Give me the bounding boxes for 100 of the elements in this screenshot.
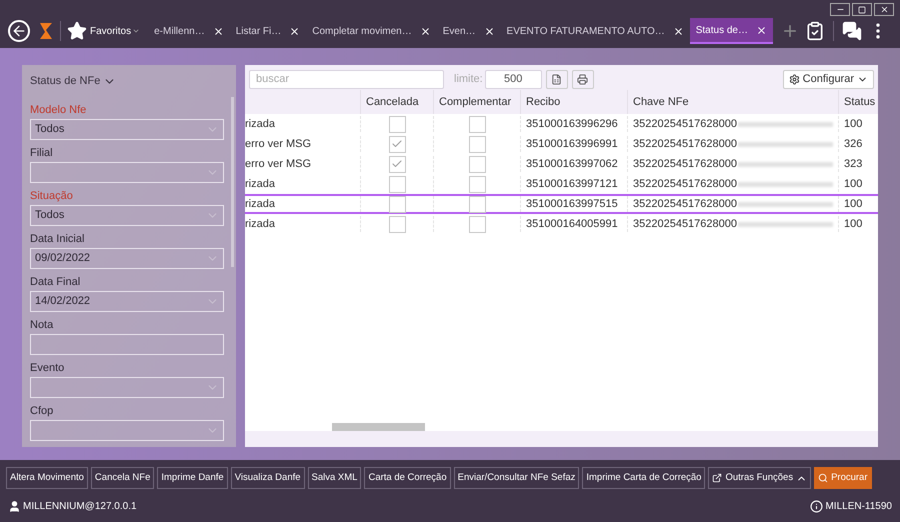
add-icon[interactable] — [781, 22, 799, 40]
action-button[interactable]: Imprime Carta de Correção — [582, 467, 706, 489]
info-icon — [810, 500, 824, 512]
more-functions-button[interactable]: Outras Funções — [708, 467, 812, 489]
table-cell-text: 35220254517628000 — [633, 136, 738, 152]
caret-icon[interactable] — [132, 27, 140, 35]
checkbox[interactable] — [468, 156, 486, 172]
checkbox[interactable] — [468, 216, 486, 232]
table-row[interactable]: erro ver MSG 351000163996991 35220254517628000 326 — [245, 134, 878, 154]
back-icon[interactable] — [8, 20, 30, 42]
column-header[interactable]: Complementar — [433, 90, 520, 114]
printer-icon — [577, 74, 588, 84]
gear-icon — [788, 74, 800, 84]
panel-title: Status de NFe — [30, 74, 100, 89]
scrollbar[interactable] — [231, 97, 234, 267]
action-button[interactable]: Carta de Correção — [364, 467, 451, 489]
field-label: Situação — [30, 189, 74, 204]
action-button[interactable]: Visualiza Danfe — [230, 467, 305, 489]
table-row[interactable]: erro ver MSG 351000163997062 35220254517628000 323 — [245, 154, 878, 174]
dropdown[interactable] — [30, 377, 224, 398]
dropdown[interactable]: Todos — [30, 119, 224, 140]
search-field[interactable]: buscar — [249, 70, 444, 88]
column-header[interactable]: Status — [838, 90, 878, 114]
table-cell: 351000163997062 — [520, 156, 627, 172]
dropdown[interactable] — [30, 162, 224, 183]
check-icon — [391, 138, 403, 150]
table-row[interactable]: rizada 351000163996296 35220254517628000 100 — [245, 114, 878, 134]
field-label: Evento — [30, 361, 66, 376]
user-label: MILLENNIUM@127.0.0.1 — [23, 500, 137, 514]
spreadsheet-icon — [551, 74, 562, 84]
maximize-button[interactable] — [852, 3, 872, 16]
checkbox[interactable] — [388, 176, 406, 192]
table-cell: 351000163996296 — [520, 116, 627, 132]
star-icon[interactable] — [67, 21, 87, 41]
dropdown[interactable]: Todos — [30, 205, 224, 226]
checkbox[interactable] — [468, 196, 486, 212]
action-button[interactable]: Salva XML — [308, 467, 362, 489]
close-icon — [880, 5, 888, 14]
table-row[interactable]: rizada 351000163997515 35220254517628000 100 — [245, 194, 878, 214]
close-tab-icon[interactable] — [672, 26, 684, 36]
close-tab-icon[interactable] — [420, 26, 431, 36]
table-cell-text: erro ver MSG — [245, 156, 312, 172]
tab[interactable]: Status de… — [690, 18, 773, 44]
scrollbar[interactable] — [332, 423, 425, 431]
column-header[interactable]: Cancelada — [360, 90, 433, 114]
action-button[interactable]: Enviar/Consultar NFe Sefaz — [454, 467, 580, 489]
field-label: Cfop — [30, 404, 54, 419]
action-button[interactable]: Imprime Danfe — [157, 467, 228, 489]
logo-icon — [38, 22, 54, 40]
table-cell-text: 35220254517628000 — [633, 216, 738, 232]
print-button[interactable] — [572, 70, 594, 88]
close-tab-icon[interactable] — [289, 26, 300, 36]
configure-button[interactable]: Configurar — [782, 70, 874, 88]
column-header[interactable]: Chave NFe — [627, 90, 838, 114]
limit-field[interactable]: 500 — [484, 70, 542, 88]
action-button[interactable]: Cancela NFe — [90, 467, 154, 489]
checkbox[interactable] — [388, 196, 406, 212]
tab[interactable]: Even… — [436, 18, 501, 44]
export-button[interactable] — [546, 70, 568, 88]
dropdown[interactable]: 14/02/2022 — [30, 291, 224, 312]
tab[interactable]: e-Millenn… — [148, 18, 230, 44]
close-tab-icon[interactable] — [484, 26, 495, 36]
input-field[interactable] — [30, 334, 224, 355]
search-button[interactable]: Procurar — [814, 467, 872, 489]
field-label: Data Inicial — [30, 232, 86, 247]
favorites-menu[interactable]: Favoritos — [90, 24, 132, 38]
checkbox[interactable] — [388, 116, 406, 132]
table-cell-text: rizada — [245, 216, 276, 232]
minimize-button[interactable] — [830, 3, 850, 16]
table-row[interactable]: rizada 351000163997121 35220254517628000 100 — [245, 174, 878, 194]
column-header[interactable]: Recibo — [520, 90, 627, 114]
table-cell: 351000164005991 — [520, 216, 627, 232]
action-button[interactable]: Altera Movimento — [6, 467, 88, 489]
table-cell: 100 — [838, 216, 878, 232]
tab[interactable]: EVENTO FATURAMENTO AUTO… — [500, 18, 690, 44]
close-tab-icon[interactable] — [756, 24, 767, 36]
checkbox[interactable] — [388, 156, 406, 172]
checkbox[interactable] — [468, 116, 486, 132]
search-icon — [818, 473, 828, 483]
chat-icon[interactable] — [842, 21, 862, 41]
checkbox[interactable] — [388, 136, 406, 152]
table-row[interactable]: rizada 351000164005991 35220254517628000 100 — [245, 214, 878, 234]
dropdown[interactable]: 09/02/2022 — [30, 248, 224, 269]
table-cell: 351000163997515 — [520, 196, 627, 212]
table-cell: 323 — [838, 156, 878, 172]
checkbox[interactable] — [468, 136, 486, 152]
tab[interactable]: Listar Fi… — [230, 18, 306, 44]
checkbox[interactable] — [388, 216, 406, 232]
tab[interactable]: Completar movimen… — [306, 18, 437, 44]
clipboard-icon[interactable] — [805, 21, 825, 41]
close-button[interactable] — [874, 3, 894, 16]
table-cell: 100 — [838, 196, 878, 212]
close-tab-icon[interactable] — [212, 26, 224, 36]
checkbox[interactable] — [468, 176, 486, 192]
table-cell-text: erro ver MSG — [245, 136, 312, 152]
table-cell: 100 — [838, 176, 878, 192]
table-cell-text: 35220254517628000 — [633, 156, 738, 172]
dropdown[interactable] — [30, 420, 224, 441]
user-icon — [8, 500, 21, 512]
table-cell: 100 — [838, 116, 878, 132]
